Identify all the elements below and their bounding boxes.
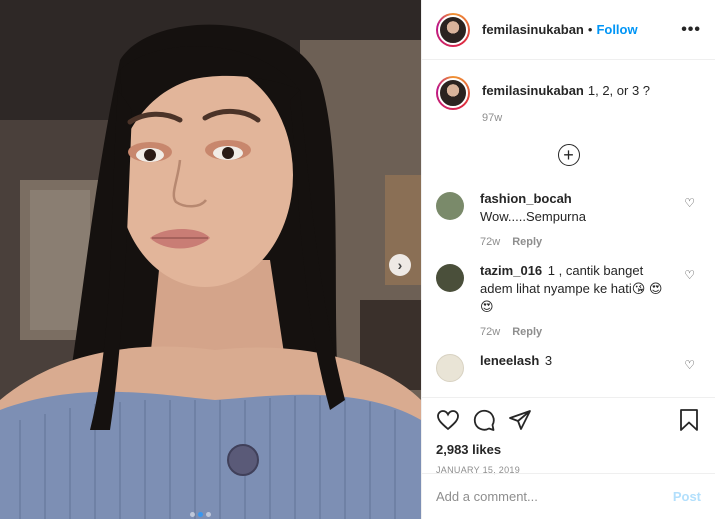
comment-body: leneelash 3 — [480, 352, 676, 382]
post-caption: femilasinukaban 1, 2, or 3 ? 97w — [436, 76, 701, 124]
post-comment-button[interactable]: Post — [673, 489, 701, 504]
commenter-avatar[interactable] — [436, 354, 464, 382]
like-comment-heart-icon[interactable]: ♡ — [684, 268, 695, 282]
caption-author-avatar[interactable] — [436, 76, 470, 110]
post-header: femilasinukaban • Follow ••• — [422, 0, 715, 60]
comment-item: leneelash 3 ♡ — [436, 352, 701, 382]
bookmark-icon[interactable] — [677, 408, 701, 432]
comment-item: tazim_016 1 , cantik banget adem lihat n… — [436, 262, 701, 338]
add-comment-bar: Post — [422, 473, 715, 519]
more-options-icon[interactable]: ••• — [681, 21, 701, 39]
caption-timestamp[interactable]: 97w — [482, 112, 650, 124]
carousel-indicator — [190, 512, 211, 517]
comment-input[interactable] — [436, 489, 673, 504]
reply-button[interactable]: Reply — [512, 326, 542, 338]
instagram-post: › femilasinukaban • Follow ••• femilasin… — [0, 0, 715, 519]
commenter-username[interactable]: fashion_bocah — [480, 191, 572, 206]
author-avatar[interactable] — [436, 12, 470, 47]
comment-item: fashion_bocah Wow.....Sempurna 72w Reply… — [436, 190, 701, 248]
caption-body: femilasinukaban 1, 2, or 3 ? 97w — [482, 76, 650, 124]
like-comment-heart-icon[interactable]: ♡ — [684, 196, 695, 210]
chevron-right-icon: › — [397, 257, 403, 273]
reply-button[interactable]: Reply — [512, 236, 542, 248]
commenter-username[interactable]: tazim_016 — [480, 263, 542, 278]
plus-circle-icon[interactable]: + — [557, 144, 580, 166]
comment-meta: 72w Reply — [480, 236, 676, 248]
like-comment-heart-icon[interactable]: ♡ — [684, 358, 695, 372]
comment-body: tazim_016 1 , cantik banget adem lihat n… — [480, 262, 676, 338]
commenter-avatar[interactable] — [436, 192, 464, 220]
post-photo[interactable]: › — [0, 0, 421, 519]
like-count[interactable]: 2,983 likes — [436, 442, 701, 457]
comments-panel[interactable]: femilasinukaban 1, 2, or 3 ? 97w + fashio… — [422, 60, 715, 397]
comment-meta: 72w Reply — [480, 326, 676, 338]
load-more-comments[interactable]: + — [436, 144, 701, 166]
commenter-avatar[interactable] — [436, 264, 464, 292]
avatar-image — [438, 14, 468, 45]
comment-timestamp[interactable]: 72w — [480, 326, 500, 338]
separator-dot: • — [587, 22, 593, 37]
commenter-username[interactable]: leneelash — [480, 353, 539, 368]
selfie-photo — [0, 0, 421, 519]
caption-text: femilasinukaban 1, 2, or 3 ? — [482, 76, 650, 100]
caption-username[interactable]: femilasinukaban — [482, 83, 584, 98]
action-icons — [436, 406, 701, 434]
avatar-image — [438, 78, 468, 108]
comment-text: leneelash 3 — [480, 352, 676, 370]
comment-icon[interactable] — [472, 408, 496, 432]
comment-timestamp[interactable]: 72w — [480, 236, 500, 248]
author-username[interactable]: femilasinukaban — [482, 22, 584, 37]
comment-text: tazim_016 1 , cantik banget adem lihat n… — [480, 262, 676, 316]
comment-text: fashion_bocah Wow.....Sempurna — [480, 190, 676, 226]
carousel-dot-active — [198, 512, 203, 517]
carousel-dot — [190, 512, 195, 517]
heart-icon[interactable] — [436, 408, 460, 432]
comment-content: Wow.....Sempurna — [480, 209, 586, 224]
carousel-next-button[interactable]: › — [389, 254, 411, 276]
caption-content: 1, 2, or 3 ? — [587, 83, 651, 98]
post-actions: 2,983 likes JANUARY 15, 2019 Post — [422, 397, 715, 519]
follow-button[interactable]: Follow — [596, 22, 637, 37]
post-sidebar: femilasinukaban • Follow ••• femilasinuk… — [421, 0, 715, 519]
comment-content: 3 — [544, 353, 553, 368]
carousel-dot — [206, 512, 211, 517]
share-icon[interactable] — [508, 408, 532, 432]
comment-body: fashion_bocah Wow.....Sempurna 72w Reply — [480, 190, 676, 248]
